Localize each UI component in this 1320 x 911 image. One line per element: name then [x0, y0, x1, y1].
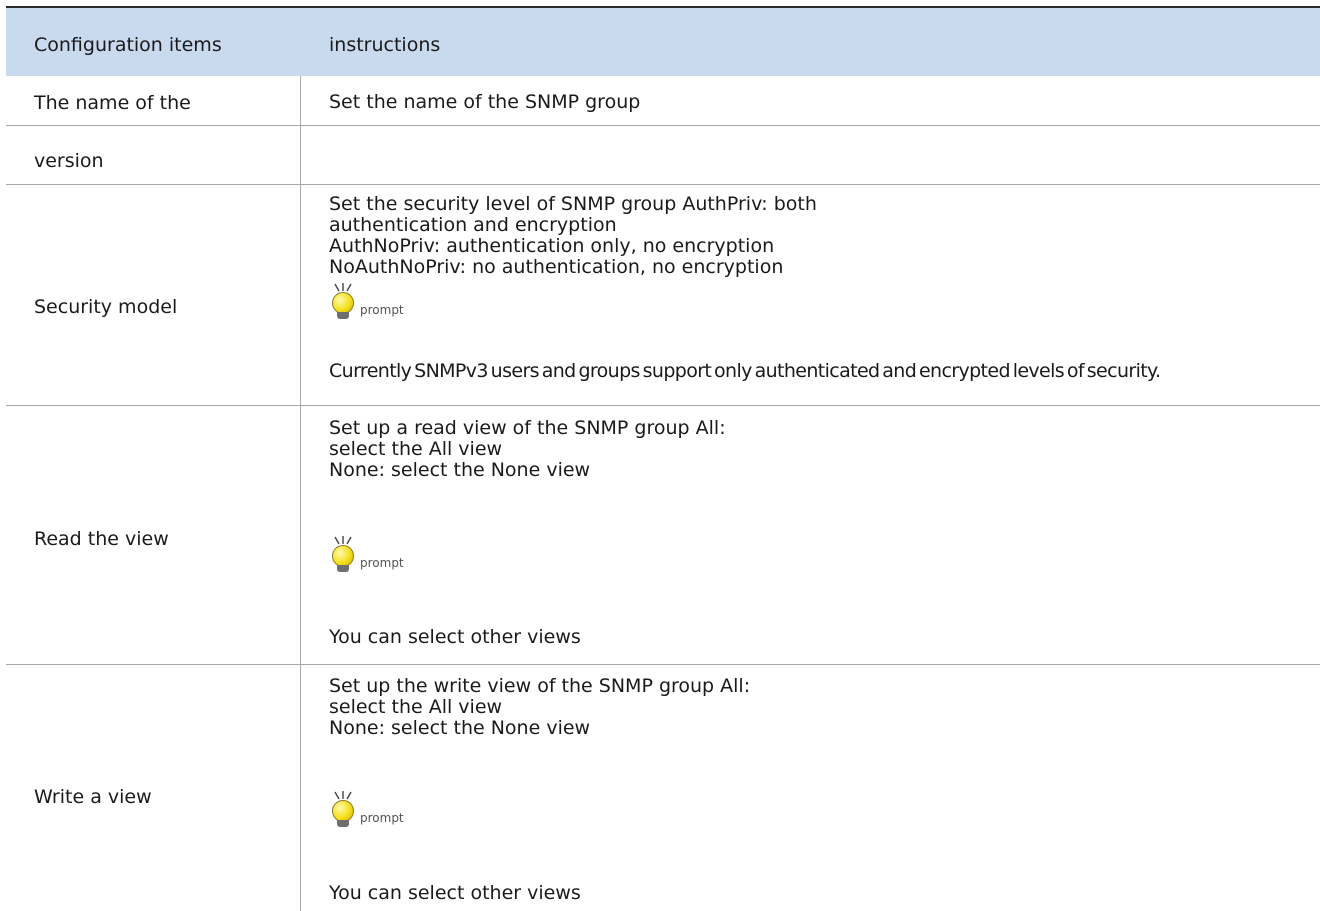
bulb-base	[337, 565, 349, 572]
prompt-badge: prompt	[329, 791, 429, 835]
justified-word: only,	[590, 235, 637, 257]
justified-word: no	[642, 235, 667, 257]
instruction-line: select the All view	[329, 438, 503, 460]
prompt-label: prompt	[360, 303, 404, 317]
header-configuration-items: Configuration items	[34, 34, 222, 56]
prompt-label: prompt	[360, 811, 404, 825]
instruction-line: Set up the write view of the SNMP group …	[329, 675, 751, 697]
row-divider	[6, 184, 1320, 185]
item-security-model: Security model	[34, 296, 178, 318]
instructions-name: Set the name of the SNMP group	[329, 92, 640, 113]
bulb-base	[337, 820, 349, 827]
instructions-security-model: Set the security level of SNMP group Aut…	[329, 194, 928, 278]
read-view-note: You can select other views	[329, 626, 581, 648]
justified-word: encryption	[672, 235, 775, 257]
lightbulb-icon	[332, 545, 354, 567]
prompt-badge: prompt	[329, 536, 429, 580]
lightbulb-icon	[332, 800, 354, 822]
instruction-line-justified: AuthNoPriv: authentication only, no encr…	[329, 236, 928, 257]
item-write-view: Write a view	[34, 786, 152, 808]
instruction-line: None: select the None view	[329, 717, 591, 739]
instruction-line: Set the security level of SNMP group Aut…	[329, 193, 817, 215]
header-instructions: instructions	[329, 34, 441, 56]
row-divider	[6, 405, 1320, 406]
item-name: The name of the	[34, 92, 191, 114]
column-divider	[300, 76, 301, 911]
instruction-line: Set the name of the SNMP group	[329, 91, 641, 113]
item-read-view: Read the view	[34, 528, 169, 550]
lightbulb-icon	[332, 292, 354, 314]
row-divider	[6, 125, 1320, 126]
bulb-base	[337, 312, 349, 319]
instructions-write-view: Set up the write view of the SNMP group …	[329, 676, 750, 739]
prompt-label: prompt	[360, 556, 404, 570]
write-view-note: You can select other views	[329, 882, 581, 904]
instruction-line: None: select the None view	[329, 459, 591, 481]
configuration-table: Configuration items instructions The nam…	[6, 6, 1320, 911]
instruction-line: Set up a read view of the SNMP group All…	[329, 417, 726, 439]
security-note: Currently SNMPv3 users and groups suppor…	[329, 360, 1161, 382]
instruction-line: authentication and encryption	[329, 214, 617, 236]
prompt-badge: prompt	[329, 283, 429, 327]
instruction-line: select the All view	[329, 696, 503, 718]
row-divider	[6, 664, 1320, 665]
table-header-row: Configuration items instructions	[6, 8, 1320, 76]
auth-no-priv-label: AuthNoPriv:	[329, 235, 441, 257]
instructions-read-view: Set up a read view of the SNMP group All…	[329, 418, 726, 481]
justified-word: authentication	[446, 235, 585, 257]
instruction-line: NoAuthNoPriv: no authentication, no encr…	[329, 256, 784, 278]
item-version: version	[34, 150, 104, 172]
